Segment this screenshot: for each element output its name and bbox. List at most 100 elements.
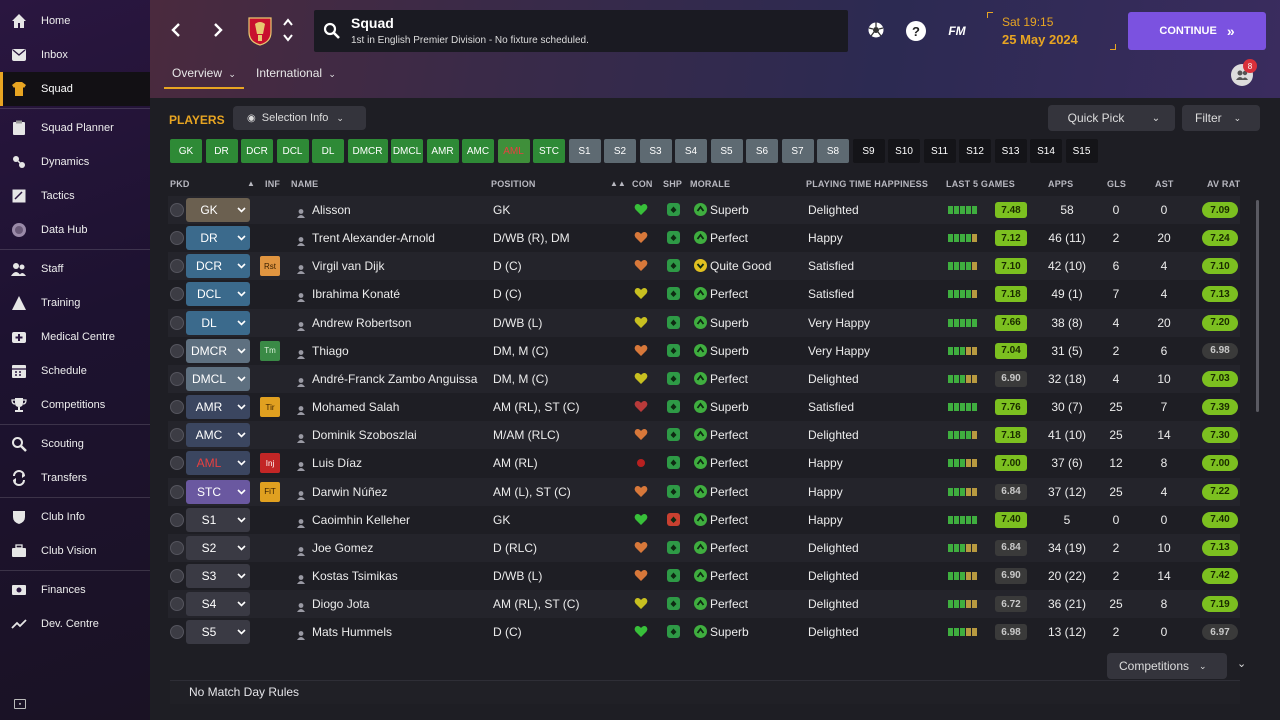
info-badge[interactable]: FiT <box>260 481 280 502</box>
selection-dropdown[interactable]: DMCL <box>186 366 250 391</box>
position-button-s15[interactable]: S15 <box>1065 139 1098 163</box>
match-icon[interactable] <box>866 20 886 40</box>
sidebar-bottom-icon[interactable]: ▪ <box>14 699 26 709</box>
player-name[interactable]: Mats Hummels <box>312 618 392 646</box>
player-name[interactable]: André-Franck Zambo Anguissa <box>312 365 477 393</box>
sidebar-item-training[interactable]: Training <box>0 286 150 320</box>
player-name[interactable]: Dominik Szoboszlai <box>312 421 417 449</box>
table-row[interactable]: S4 Diogo Jota AM (RL), ST (C) Perfect Deligh… <box>168 590 1240 619</box>
sidebar-item-club-info[interactable]: Club Info <box>0 500 150 534</box>
picked-indicator[interactable] <box>170 203 184 217</box>
table-row[interactable]: AML Inj Luis Díaz AM (RL) Perfect Happy 7.00 37… <box>168 449 1240 477</box>
sidebar-item-staff[interactable]: Staff <box>0 252 150 286</box>
picked-indicator[interactable] <box>170 428 184 443</box>
table-row[interactable]: S1 Caoimhin Kelleher GK Perfect Happy 7.40 5 0 0… <box>168 506 1240 534</box>
position-button-dcr[interactable]: DCR <box>241 139 273 163</box>
selection-dropdown[interactable]: S5 <box>186 620 250 645</box>
column-header-last-5-games[interactable]: LAST 5 GAMES <box>946 179 1015 189</box>
table-row[interactable]: STC FiT Darwin Núñez AM (L), ST (C) Perfect H… <box>168 477 1240 506</box>
column-header-apps[interactable]: APPS <box>1048 179 1073 189</box>
continue-button[interactable]: CONTINUE » <box>1128 12 1266 50</box>
player-name[interactable]: Luis Díaz <box>312 449 362 477</box>
sidebar-item-tactics[interactable]: Tactics <box>0 179 150 213</box>
sidebar-item-finances[interactable]: Finances <box>0 573 150 607</box>
column-header-morale[interactable]: MORALE <box>690 179 730 189</box>
column-header-ast[interactable]: AST <box>1155 179 1174 189</box>
sidebar-item-dynamics[interactable]: Dynamics <box>0 145 150 179</box>
table-row[interactable]: DR Trent Alexander-Arnold D/WB (R), DM Perf… <box>168 224 1240 252</box>
condition-heart-icon[interactable] <box>634 316 648 330</box>
info-badge[interactable]: Tm <box>260 340 280 361</box>
position-button-s2[interactable]: S2 <box>604 139 636 163</box>
selection-dropdown[interactable]: DCR <box>186 254 250 279</box>
player-name[interactable]: Alisson <box>312 196 351 224</box>
selection-dropdown[interactable]: GK <box>186 198 250 222</box>
position-button-s1[interactable]: S1 <box>568 139 601 163</box>
back-arrow-icon[interactable] <box>168 20 184 40</box>
position-button-s11[interactable]: S11 <box>923 139 956 163</box>
selection-dropdown[interactable]: AML <box>186 451 250 476</box>
sidebar-item-squad[interactable]: Squad <box>0 72 150 106</box>
table-row[interactable]: DCL Ibrahima Konaté D (C) Perfect Satisfied 7… <box>168 280 1240 308</box>
position-button-amc[interactable]: AMC <box>462 139 494 163</box>
selection-dropdown[interactable]: S4 <box>186 592 250 617</box>
position-button-s12[interactable]: S12 <box>959 139 991 163</box>
table-scrollbar[interactable] <box>1256 200 1259 412</box>
position-button-s6[interactable]: S6 <box>746 139 778 163</box>
position-button-s3[interactable]: S3 <box>639 139 672 163</box>
condition-heart-icon[interactable] <box>634 344 648 358</box>
sidebar-item-transfers[interactable]: Transfers <box>0 461 150 495</box>
injury-icon[interactable] <box>634 456 648 470</box>
sidebar-item-schedule[interactable]: Schedule <box>0 354 150 388</box>
quick-pick-dropdown[interactable]: ⌄ <box>1137 105 1175 131</box>
picked-indicator[interactable] <box>170 512 184 527</box>
sidebar-item-squad-planner[interactable]: Squad Planner <box>0 111 150 145</box>
condition-heart-icon[interactable] <box>634 372 648 386</box>
selection-dropdown[interactable]: DR <box>186 226 250 251</box>
selection-dropdown[interactable]: AMR <box>186 395 250 420</box>
picked-indicator[interactable] <box>170 400 184 415</box>
column-header-gls[interactable]: GLS <box>1107 179 1126 189</box>
position-button-s7[interactable]: S7 <box>781 139 814 163</box>
column-header-av-rat[interactable]: AV RAT <box>1207 179 1240 189</box>
picked-indicator[interactable] <box>170 231 184 246</box>
search-icon[interactable] <box>322 21 342 41</box>
tab-overview[interactable]: Overview ⌄ <box>164 66 244 89</box>
column-header-con[interactable]: CON <box>632 179 653 189</box>
match-day-rules-bar[interactable]: No Match Day Rules <box>170 680 1240 704</box>
position-button-dmcl[interactable]: DMCL <box>391 139 423 163</box>
position-button-s8[interactable]: S8 <box>817 139 849 163</box>
table-row[interactable]: AMC Dominik Szoboszlai M/AM (RLC) Perfect De… <box>168 421 1240 450</box>
position-button-amr[interactable]: AMR <box>426 139 459 163</box>
competitions-button[interactable]: Competitions ⌄ <box>1107 653 1227 679</box>
info-badge[interactable]: Rst <box>260 256 280 277</box>
player-name[interactable]: Thiago <box>312 337 349 365</box>
selection-dropdown[interactable]: S2 <box>186 535 250 560</box>
fm-logo[interactable]: FM <box>944 22 970 40</box>
forward-arrow-icon[interactable] <box>210 20 226 40</box>
picked-indicator[interactable] <box>170 343 184 358</box>
player-name[interactable]: Mohamed Salah <box>312 393 399 421</box>
sidebar-item-scouting[interactable]: Scouting <box>0 427 150 461</box>
player-name[interactable]: Andrew Robertson <box>312 309 411 337</box>
filter-button[interactable]: Filter ⌄ <box>1182 105 1260 131</box>
search-box[interactable]: Squad 1st in English Premier Division - … <box>314 10 848 52</box>
selection-info-button[interactable]: ◉ Selection Info ⌄ <box>233 106 366 130</box>
sidebar-item-dev-centre[interactable]: Dev. Centre <box>0 607 150 641</box>
picked-indicator[interactable] <box>170 540 184 555</box>
expand-chevron-icon[interactable]: ⌄ <box>1237 657 1246 670</box>
selection-dropdown[interactable]: DL <box>186 310 250 335</box>
sidebar-item-inbox[interactable]: Inbox <box>0 38 150 72</box>
sort-ascending-icon[interactable]: ▲ <box>247 179 255 188</box>
position-button-dr[interactable]: DR <box>205 139 238 163</box>
picked-indicator[interactable] <box>170 259 184 274</box>
condition-heart-icon[interactable] <box>634 569 648 583</box>
table-row[interactable]: DCR Rst Virgil van Dijk D (C) Quite Good Sati… <box>168 252 1240 281</box>
table-row[interactable]: DMCL André-Franck Zambo Anguissa DM, M (C)… <box>168 364 1240 393</box>
position-button-s9[interactable]: S9 <box>852 139 885 163</box>
condition-heart-icon[interactable] <box>634 231 648 245</box>
position-button-s10[interactable]: S10 <box>888 139 920 163</box>
condition-heart-icon[interactable] <box>634 625 648 639</box>
selection-dropdown[interactable]: DMCR <box>186 338 250 363</box>
table-row[interactable]: DMCR Tm Thiago DM, M (C) Superb Very Happy 7.0… <box>168 337 1240 365</box>
